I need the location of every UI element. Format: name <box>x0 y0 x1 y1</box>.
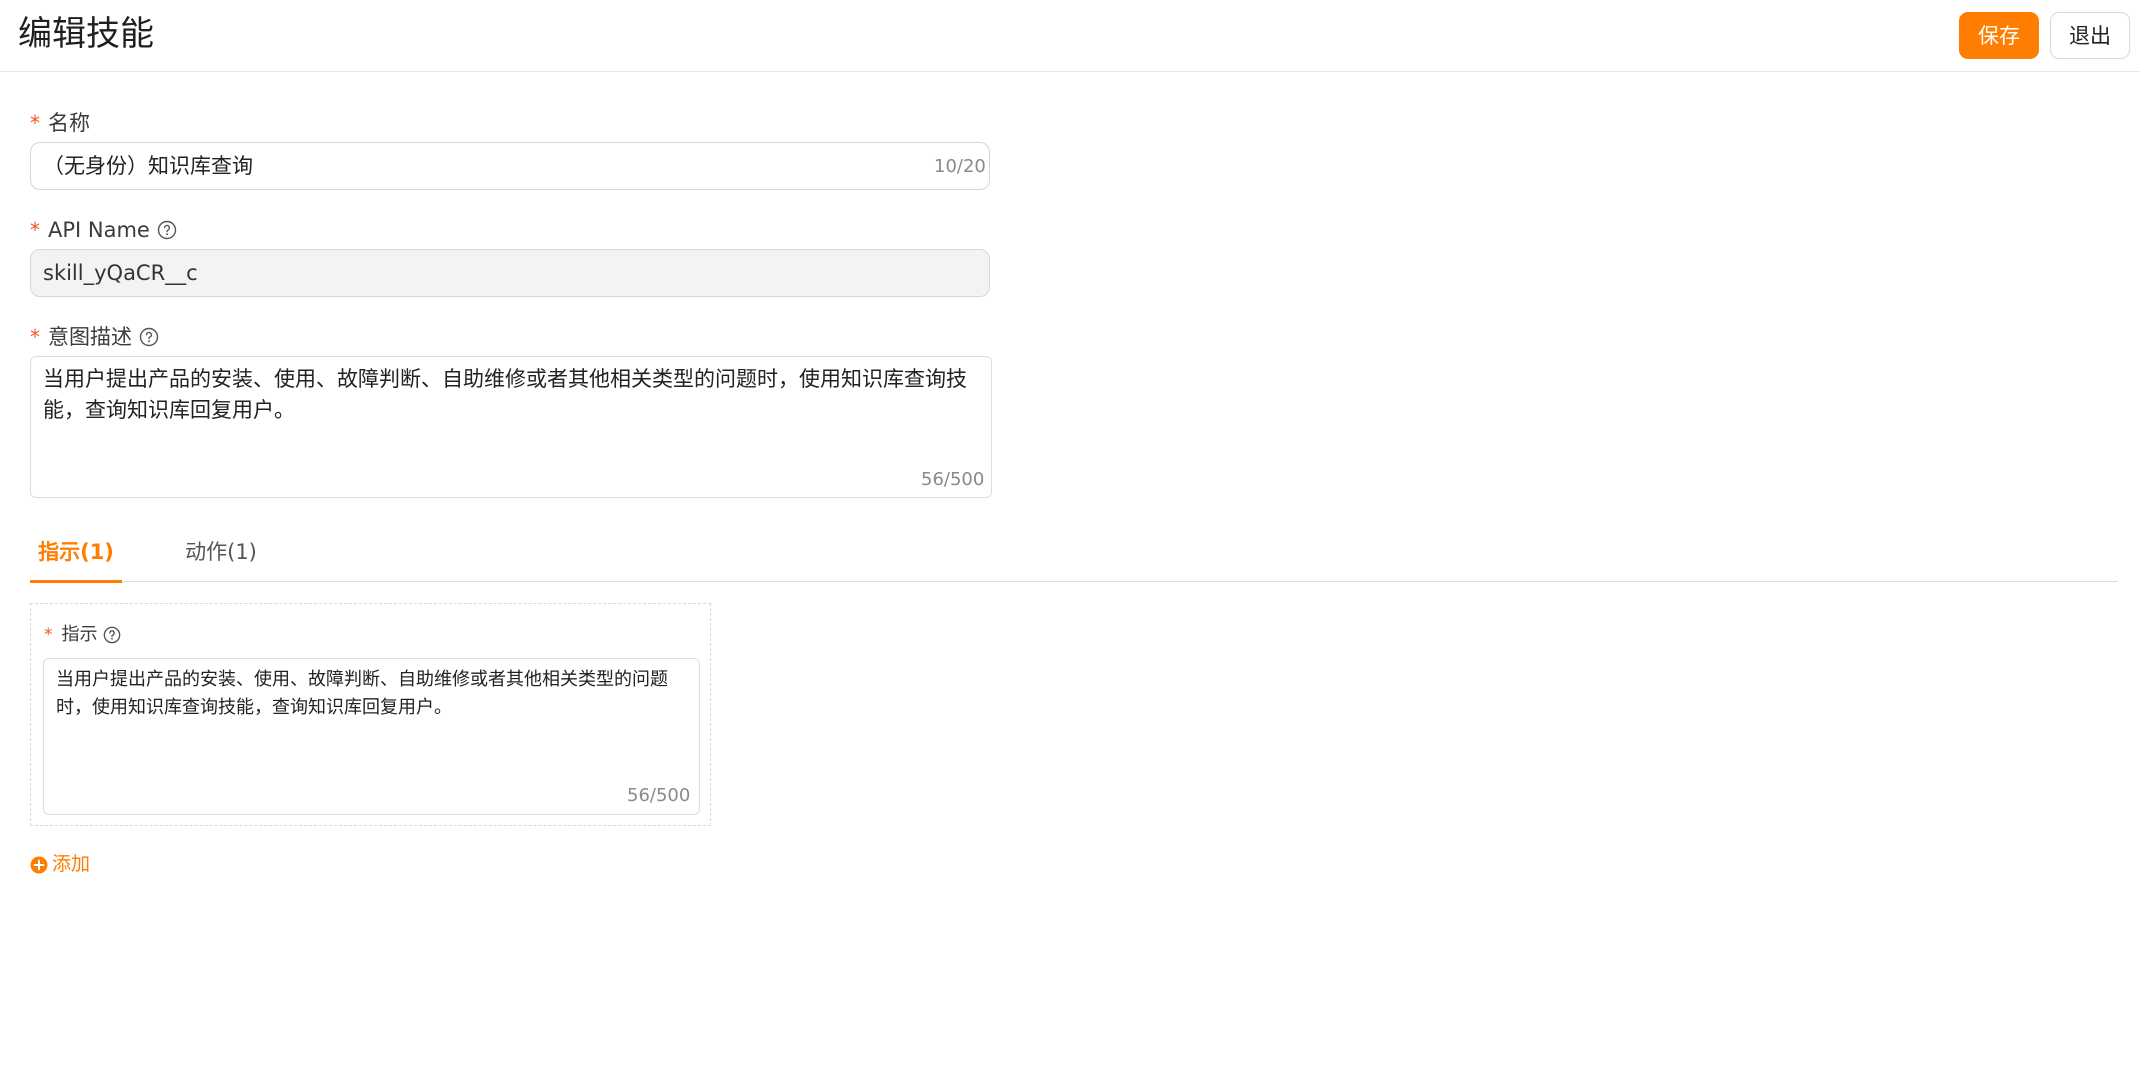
api-name-input[interactable]: skill_yQaCR__c <box>30 249 990 297</box>
intent-textarea[interactable]: 当用户提出产品的安装、使用、故障判断、自助维修或者其他相关类型的问题时，使用知识… <box>30 356 992 498</box>
name-field-label: * 名称 <box>30 109 90 137</box>
tab-instructions[interactable]: 指示(1) <box>30 532 122 583</box>
instruction-textarea[interactable]: 当用户提出产品的安装、使用、故障判断、自助维修或者其他相关类型的问题时，使用知识… <box>43 658 700 815</box>
add-label: 添加 <box>52 853 91 875</box>
help-circle-icon[interactable] <box>103 626 121 644</box>
required-asterisk: * <box>44 625 53 645</box>
required-asterisk: * <box>30 218 40 242</box>
exit-button[interactable]: 退出 <box>2050 12 2130 59</box>
instruction-label-text: 指示 <box>61 624 98 645</box>
api-name-input-value: skill_yQaCR__c <box>43 261 198 285</box>
save-button[interactable]: 保存 <box>1959 12 2039 59</box>
intent-textarea-value: 当用户提出产品的安装、使用、故障判断、自助维修或者其他相关类型的问题时，使用知识… <box>43 367 967 422</box>
name-input[interactable]: （无身份）知识库查询 <box>30 142 990 190</box>
instruction-textarea-value: 当用户提出产品的安装、使用、故障判断、自助维修或者其他相关类型的问题时，使用知识… <box>56 669 668 718</box>
api-name-label-text: API Name <box>48 218 150 242</box>
intent-field-label: * 意图描述 <box>30 323 159 351</box>
name-char-counter: 10/20 <box>934 156 986 177</box>
intent-char-counter: 56/500 <box>921 469 985 490</box>
instruction-char-counter: 56/500 <box>627 785 691 806</box>
intent-label-text: 意图描述 <box>48 325 132 349</box>
tab-bar: 指示(1) 动作(1) <box>30 532 2118 583</box>
add-instruction-button[interactable]: 添加 <box>30 851 90 877</box>
page-header: 编辑技能 保存 退出 <box>0 0 2140 72</box>
required-asterisk: * <box>30 111 40 135</box>
name-input-value: （无身份）知识库查询 <box>43 154 253 178</box>
help-circle-icon[interactable] <box>157 220 177 240</box>
plus-circle-icon <box>30 855 48 874</box>
tab-actions[interactable]: 动作(1) <box>158 532 284 582</box>
name-label-text: 名称 <box>48 111 90 135</box>
page-title: 编辑技能 <box>18 14 154 54</box>
api-name-field-label: * API Name <box>30 216 177 244</box>
required-asterisk: * <box>30 325 40 349</box>
instruction-field-label: * 指示 <box>44 623 121 647</box>
instruction-card: * 指示 当用户提出产品的安装、使用、故障判断、自助维修或者其他相关类型的问题时… <box>30 603 711 826</box>
help-circle-icon[interactable] <box>139 327 159 347</box>
